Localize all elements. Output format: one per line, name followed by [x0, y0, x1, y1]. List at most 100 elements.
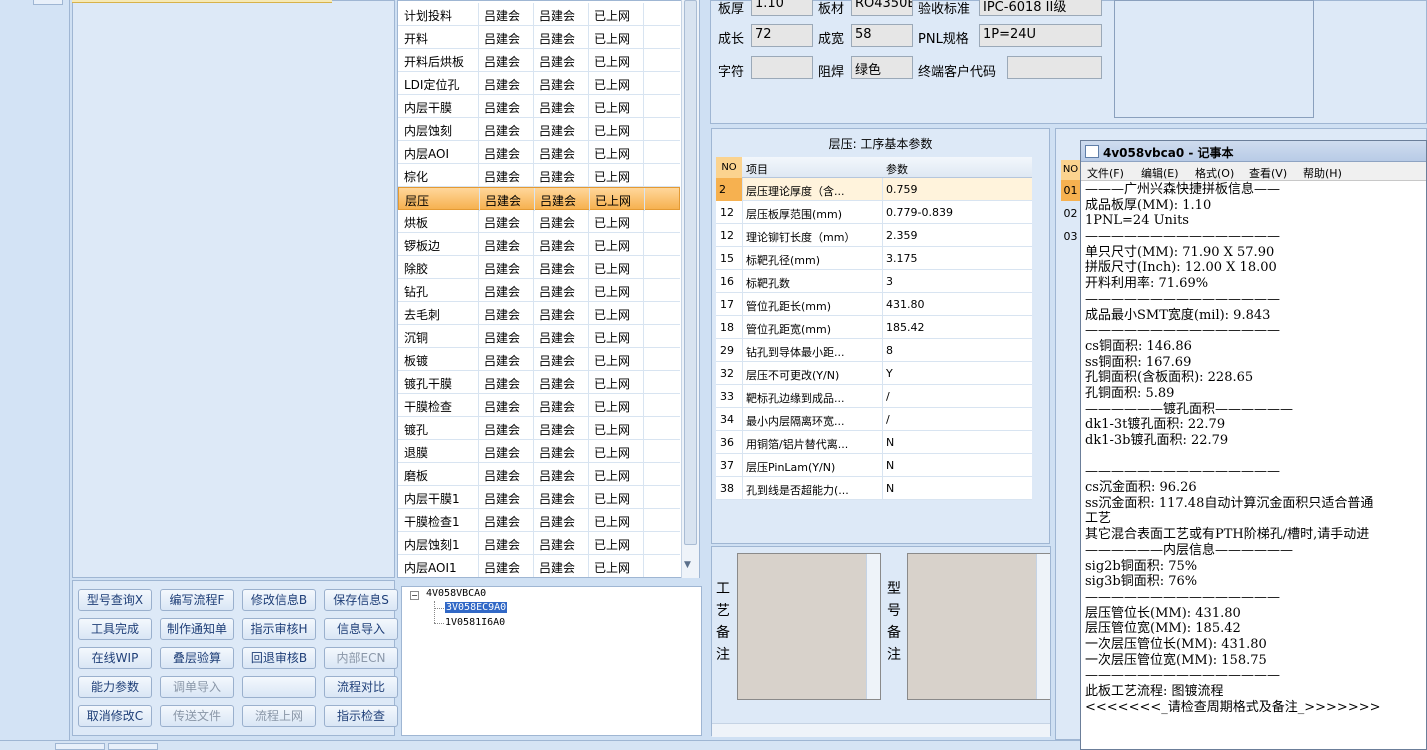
param-row[interactable]: 12 理论铆钉长度（mm） 2.359	[716, 224, 1032, 247]
action-button[interactable]: 回退审核B	[242, 647, 316, 669]
process-row[interactable]: 内层AOI1 吕建会 吕建会 已上网	[398, 555, 680, 577]
action-button[interactable]: 传送文件	[160, 705, 234, 727]
process-row[interactable]: 退膜 吕建会 吕建会 已上网	[398, 440, 680, 463]
process-row[interactable]: 内层干膜 吕建会 吕建会 已上网	[398, 95, 680, 118]
process-row[interactable]: 磨板 吕建会 吕建会 已上网	[398, 463, 680, 486]
process-row[interactable]: 镀孔 吕建会 吕建会 已上网	[398, 417, 680, 440]
client-input[interactable]	[1007, 56, 1102, 79]
left-strip-tab[interactable]	[33, 0, 63, 5]
process-row[interactable]: 镀孔干膜 吕建会 吕建会 已上网	[398, 371, 680, 394]
notepad-window[interactable]: 4v058vbca0 - 记事本 文件(F) 编辑(E) 格式(O) 查看(V) 帮助(…	[1080, 140, 1427, 750]
action-button[interactable]: 指示审核H	[242, 618, 316, 640]
status-tab[interactable]	[108, 743, 158, 750]
action-button[interactable]: 保存信息S	[324, 589, 398, 611]
process-row[interactable]: 棕化 吕建会 吕建会 已上网	[398, 164, 680, 187]
param-row[interactable]: 33 靶标孔边缘到成品... /	[716, 385, 1032, 408]
process-cell-name: 镀孔干膜	[404, 377, 453, 391]
process-row[interactable]: 去毛刺 吕建会 吕建会 已上网	[398, 302, 680, 325]
param-row[interactable]: 18 管位孔距宽(mm) 185.42	[716, 316, 1032, 339]
process-row[interactable]: 锣板边 吕建会 吕建会 已上网	[398, 233, 680, 256]
process-row[interactable]: 计划投料 吕建会 吕建会 已上网	[398, 3, 680, 26]
notepad-line: 成品板厚(MM): 1.10	[1085, 197, 1212, 213]
action-button[interactable]: 指示检查	[324, 705, 398, 727]
model-remark-scrollbar[interactable]	[1036, 554, 1050, 699]
char-input[interactable]	[751, 56, 813, 79]
mask-input[interactable]: 绿色	[851, 56, 913, 79]
notepad-menu-item[interactable]: 文件(F)	[1087, 165, 1124, 181]
action-button[interactable]: 型号查询X	[78, 589, 152, 611]
action-button[interactable]: 工具完成	[78, 618, 152, 640]
tree-root[interactable]: 4V058VBCA0	[426, 588, 486, 599]
process-row[interactable]: 烘板 吕建会 吕建会 已上网	[398, 210, 680, 233]
param-item: 最小内层隔离环宽...	[746, 415, 845, 428]
param-row[interactable]: 37 层压PinLam(Y/N) N	[716, 454, 1032, 477]
process-row[interactable]: 板镀 吕建会 吕建会 已上网	[398, 348, 680, 371]
param-row[interactable]: 34 最小内层隔离环宽... /	[716, 408, 1032, 431]
action-button[interactable]: 制作通知单	[160, 618, 234, 640]
process-row[interactable]: LDI定位孔 吕建会 吕建会 已上网	[398, 72, 680, 95]
notepad-menu-item[interactable]: 帮助(H)	[1303, 165, 1342, 181]
process-row[interactable]: 层压 吕建会 吕建会 已上网	[398, 187, 680, 211]
process-list-scrollbar[interactable]: ▼	[681, 0, 699, 578]
process-row[interactable]: 内层蚀刻1 吕建会 吕建会 已上网	[398, 532, 680, 555]
side-row-selected[interactable]: 01	[1061, 180, 1080, 201]
param-row[interactable]: 12 层压板厚范围(mm) 0.779-0.839	[716, 201, 1032, 224]
process-row[interactable]: 沉铜 吕建会 吕建会 已上网	[398, 325, 680, 348]
action-button[interactable]: 调单导入	[160, 676, 234, 698]
process-row[interactable]: 开料后烘板 吕建会 吕建会 已上网	[398, 49, 680, 72]
action-button[interactable]: 流程上网	[242, 705, 316, 727]
process-row[interactable]: 干膜检查 吕建会 吕建会 已上网	[398, 394, 680, 417]
thickness-input[interactable]: 1.10	[751, 0, 813, 16]
process-row[interactable]: 钻孔 吕建会 吕建会 已上网	[398, 279, 680, 302]
param-row[interactable]: 38 孔到线是否超能力(... N	[716, 477, 1032, 500]
action-button[interactable]: 叠层验算	[160, 647, 234, 669]
notepad-menu-item[interactable]: 编辑(E)	[1141, 165, 1179, 181]
action-button[interactable]: 在线WIP	[78, 647, 152, 669]
process-row[interactable]: 开料 吕建会 吕建会 已上网	[398, 26, 680, 49]
action-button[interactable]: 信息导入	[324, 618, 398, 640]
side-row[interactable]: 02	[1061, 203, 1080, 224]
process-row[interactable]: 内层蚀刻 吕建会 吕建会 已上网	[398, 118, 680, 141]
action-button[interactable]: 编写流程F	[160, 589, 234, 611]
param-row[interactable]: 16 标靶孔数 3	[716, 270, 1032, 293]
process-remark-box[interactable]	[737, 553, 881, 700]
param-row[interactable]: 32 层压不可更改(Y/N) Y	[716, 362, 1032, 385]
notepad-titlebar[interactable]: 4v058vbca0 - 记事本	[1081, 141, 1426, 162]
action-button[interactable]: 内部ECN	[324, 647, 398, 669]
side-row[interactable]: 03	[1061, 226, 1080, 247]
process-row[interactable]: 内层AOI 吕建会 吕建会 已上网	[398, 141, 680, 164]
process-remark-scrollbar[interactable]	[866, 554, 880, 699]
model-remark-box[interactable]	[907, 553, 1050, 700]
tree-child[interactable]: 1V0581I6A0	[445, 617, 505, 628]
param-row[interactable]: 36 用铜箔/铝片替代离... N	[716, 431, 1032, 454]
process-row[interactable]: 除胶 吕建会 吕建会 已上网	[398, 256, 680, 279]
action-button[interactable]: 能力参数	[78, 676, 152, 698]
width-input[interactable]: 58	[851, 24, 913, 47]
notepad-menu-item[interactable]: 查看(V)	[1249, 165, 1287, 181]
action-button[interactable]: 修改信息B	[242, 589, 316, 611]
horizontal-scrollbar[interactable]	[712, 723, 1050, 737]
param-row[interactable]: 15 标靶孔径(mm) 3.175	[716, 247, 1032, 270]
scroll-down-arrow[interactable]: ▼	[684, 560, 691, 570]
pnl-input[interactable]: 1P=24U	[979, 24, 1102, 47]
action-button[interactable]: 流程对比	[324, 676, 398, 698]
notepad-text[interactable]: ———广州兴森快捷拼板信息—— 成品板厚(MM): 1.10 1PNL=24 Uni…	[1085, 182, 1381, 715]
param-row[interactable]: 2 层压理论厚度（含... 0.759	[716, 178, 1032, 201]
material-input[interactable]: RO4350B	[851, 0, 913, 16]
scrollbar-thumb[interactable]	[684, 0, 697, 545]
action-button[interactable]: 取消修改C	[78, 705, 152, 727]
param-row[interactable]: 29 钻孔到导体最小距... 8	[716, 339, 1032, 362]
status-tab[interactable]	[55, 743, 105, 750]
process-list[interactable]: 计划投料 吕建会 吕建会 已上网 开料 吕建会 吕建会 已上网 开料后烘板 吕建会 吕建会 已上网 LD…	[397, 0, 700, 578]
length-input[interactable]: 72	[751, 24, 813, 47]
process-row[interactable]: 干膜检查1 吕建会 吕建会 已上网	[398, 509, 680, 532]
notepad-menu-item[interactable]: 格式(O)	[1195, 165, 1234, 181]
model-tree[interactable]: − 4V058VBCA0 3V058EC9A0 1V0581I6A0	[401, 586, 702, 736]
action-button[interactable]	[242, 676, 316, 698]
tree-child-selected[interactable]: 3V058EC9A0	[445, 602, 508, 613]
param-row[interactable]: 17 管位孔距长(mm) 431.80	[716, 293, 1032, 316]
tree-collapse-icon[interactable]: −	[410, 591, 419, 600]
standard-input[interactable]: IPC-6018 II级	[979, 0, 1102, 16]
process-cell-name: 除胶	[404, 262, 429, 276]
process-row[interactable]: 内层干膜1 吕建会 吕建会 已上网	[398, 486, 680, 509]
